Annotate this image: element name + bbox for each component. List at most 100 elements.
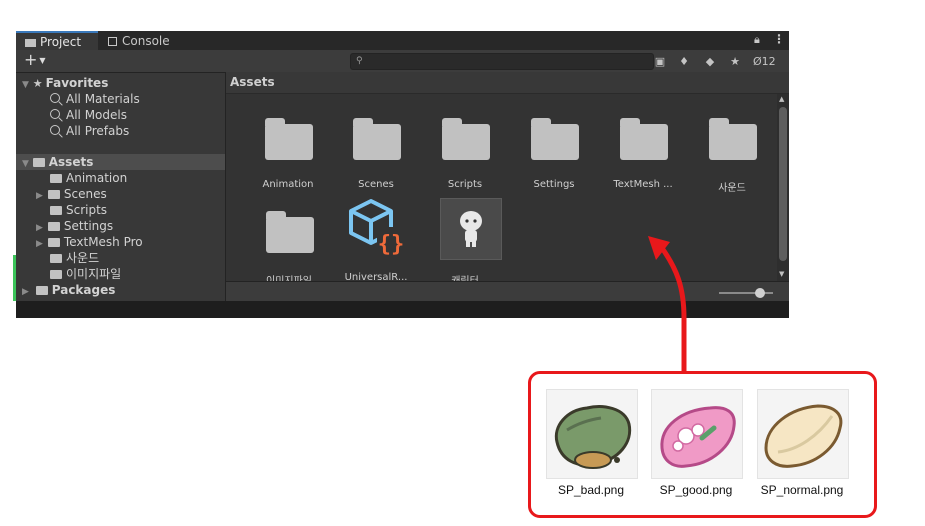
folder-icon — [50, 206, 62, 215]
filter-by-type-icon[interactable]: ♦ — [676, 54, 692, 69]
hidden-packages-toggle[interactable]: Ø12 — [753, 54, 776, 69]
tab-project-label: Project — [40, 35, 82, 49]
sprite-thumb-bad[interactable] — [546, 389, 638, 479]
add-button[interactable]: + ▼ — [24, 50, 46, 71]
asset-character-sprite[interactable]: 캐릭터 — [428, 197, 502, 287]
expand-arrow-icon: ▼ — [22, 159, 29, 169]
asset-label: Scenes — [358, 179, 394, 190]
lock-icon[interactable]: 🔒︎ — [754, 33, 760, 47]
tree-item-label: All Models — [66, 108, 127, 122]
eye-slash-icon: Ø — [753, 55, 762, 68]
search-icon: ⚲ — [356, 56, 363, 66]
search-icon — [50, 125, 60, 135]
tree-item-label: Animation — [66, 171, 128, 185]
asset-universal-render-pipeline[interactable]: {} UniversalR... — [339, 197, 413, 283]
tab-bar: Project Console 🔒︎ ⋮ — [16, 31, 789, 50]
character-sprite-icon — [460, 211, 482, 247]
tree-item-label: All Prefabs — [66, 124, 130, 138]
expand-arrow-icon: ▼ — [22, 80, 29, 90]
tree-favorites[interactable]: ▼ ★ Favorites — [16, 75, 225, 91]
arrow-shaft — [659, 245, 687, 375]
folder-icon — [47, 190, 60, 199]
tree-item-all-materials[interactable]: All Materials — [16, 91, 259, 107]
scrollbar-thumb[interactable] — [779, 107, 787, 261]
scroll-down-icon[interactable]: ▼ — [779, 270, 784, 278]
tree-item-label: Scripts — [66, 203, 108, 217]
folder-icon — [709, 118, 757, 160]
slider-handle[interactable] — [755, 288, 765, 298]
asset-label: Settings — [533, 179, 575, 190]
folder-icon — [442, 118, 490, 160]
scroll-up-icon[interactable]: ▲ — [779, 95, 784, 103]
green-edge-strip — [13, 255, 16, 301]
collapsed-arrow-icon: ▶ — [36, 223, 43, 233]
sprite-thumb-good[interactable] — [651, 389, 743, 479]
sprite-thumb-normal[interactable] — [757, 389, 849, 479]
hidden-count: 12 — [761, 55, 776, 68]
sprite-label: SP_bad.png — [557, 483, 625, 497]
good-leaf-sprite-icon — [660, 406, 736, 468]
tab-console[interactable]: Console — [104, 31, 184, 50]
tab-console-label: Console — [122, 34, 170, 48]
sprite-files-box: SP_bad.png SP_good.png SP_normal.png — [528, 371, 877, 518]
asset-folder-scripts[interactable]: Scripts — [428, 104, 502, 190]
folder-icon — [25, 39, 36, 47]
tree-item-scenes[interactable]: ▶ Scenes — [16, 186, 245, 202]
folder-icon — [620, 118, 668, 160]
asset-folder-settings[interactable]: Settings — [517, 104, 591, 190]
script-asset-icon: {} — [349, 199, 405, 257]
tab-project[interactable]: Project — [16, 31, 98, 50]
tree-packages[interactable]: ▶ Packages — [16, 282, 225, 298]
annotation-arrow — [648, 236, 687, 375]
tree-item-textmesh-pro[interactable]: ▶ TextMesh Pro — [16, 234, 245, 250]
sprite-label: SP_good.png — [659, 483, 733, 497]
asset-folder-scenes[interactable]: Scenes — [339, 104, 413, 190]
tree-item-label: 사운드 — [66, 251, 100, 265]
folder-icon — [50, 174, 62, 183]
tree-item-scripts[interactable]: Scripts — [16, 202, 259, 218]
normal-leaf-sprite-icon — [764, 404, 843, 468]
chevron-down-icon: ▼ — [39, 56, 46, 65]
search-by-type-icon[interactable]: ▣ — [652, 54, 668, 69]
tree-item-animation[interactable]: Animation — [16, 170, 259, 186]
kebab-menu-icon[interactable]: ⋮ — [773, 32, 785, 46]
tree-item-all-models[interactable]: All Models — [16, 107, 259, 123]
collapsed-arrow-icon: ▶ — [36, 239, 43, 249]
search-icon — [50, 93, 60, 103]
svg-text:{}: {} — [378, 232, 405, 257]
tree-assets[interactable]: ▼ Assets — [16, 154, 225, 170]
sprite-label: SP_normal.png — [760, 483, 844, 497]
folder-icon — [266, 211, 314, 253]
search-input[interactable]: ⚲ — [350, 53, 654, 70]
breadcrumb-assets[interactable]: Assets — [230, 75, 275, 89]
tree-item-all-prefabs[interactable]: All Prefabs — [16, 123, 259, 139]
asset-label: Animation — [262, 179, 314, 190]
folder-icon — [47, 222, 60, 231]
asset-label: TextMesh ... — [613, 179, 673, 190]
collapsed-arrow-icon: ▶ — [22, 287, 29, 297]
tree-item-image-files[interactable]: 이미지파일 — [16, 266, 259, 282]
asset-folder-textmesh-pro[interactable]: TextMesh ... — [606, 104, 680, 190]
tree-favorites-label: Favorites — [45, 76, 109, 90]
tree-item-label: Settings — [63, 219, 114, 233]
folder-icon — [50, 270, 62, 279]
tree-item-label: TextMesh Pro — [63, 235, 143, 249]
asset-folder-animation[interactable]: Animation — [251, 104, 325, 190]
folder-icon — [47, 238, 60, 247]
folder-tree: ▼ ★ Favorites All Materials All Models Al… — [16, 73, 226, 318]
folder-icon — [265, 118, 313, 160]
favorite-star-icon[interactable]: ★ — [727, 54, 743, 69]
tree-item-settings[interactable]: ▶ Settings — [16, 218, 245, 234]
asset-label: 사운드 — [718, 183, 746, 194]
tree-item-label: Scenes — [63, 187, 107, 201]
asset-folder-image-files[interactable]: 이미지파일 — [252, 197, 326, 287]
tree-item-sound[interactable]: 사운드 — [16, 250, 259, 266]
tree-assets-label: Assets — [48, 155, 94, 169]
folder-icon — [50, 254, 62, 263]
bad-leaf-sprite-icon — [554, 405, 632, 469]
grid-footer — [226, 281, 789, 302]
asset-folder-sound[interactable]: 사운드 — [695, 104, 769, 194]
label-tag-icon[interactable]: ◆ — [702, 54, 718, 69]
star-icon: ★ — [32, 77, 43, 90]
folder-icon — [531, 118, 579, 160]
